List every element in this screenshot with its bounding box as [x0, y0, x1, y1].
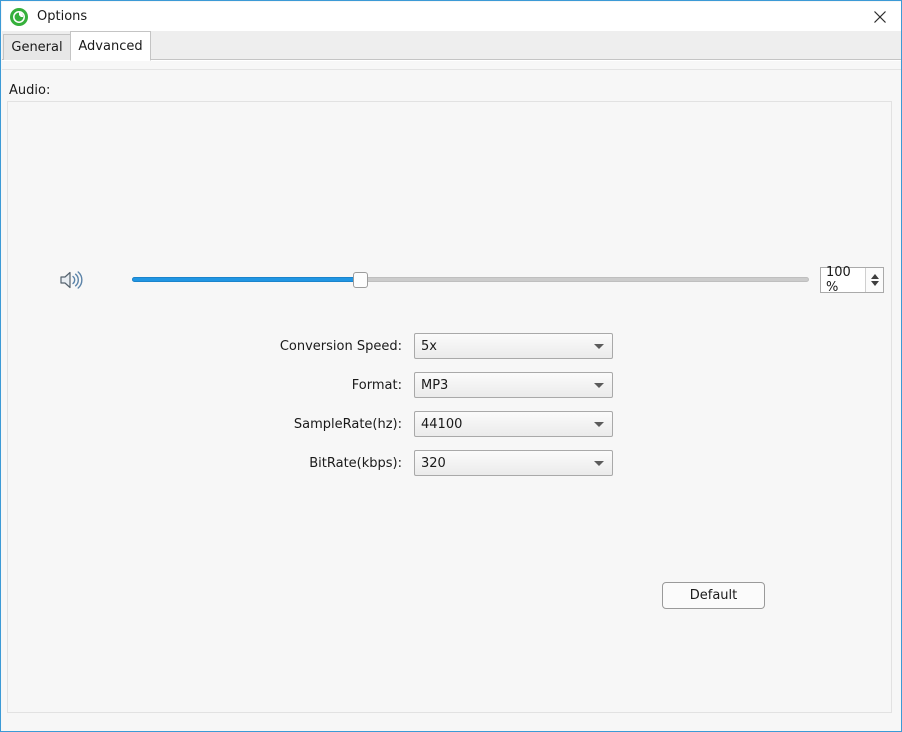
tab-advanced[interactable]: Advanced	[70, 31, 151, 61]
tab-strip: General Advanced	[2, 31, 901, 61]
close-button[interactable]	[857, 2, 901, 31]
format-label: Format:	[351, 378, 402, 393]
volume-spinbox[interactable]: 100 %	[820, 265, 884, 295]
tab-general[interactable]: General	[3, 34, 71, 60]
volume-slider-handle[interactable]	[353, 272, 368, 288]
window-title: Options	[37, 9, 88, 24]
conversion-speed-label: Conversion Speed:	[279, 339, 402, 354]
title-bar: Options	[2, 2, 901, 31]
chevron-down-icon[interactable]	[586, 460, 612, 466]
audio-settings-form: Conversion Speed: 5x Format: MP3 SampleR…	[2, 333, 901, 489]
conversion-speed-dropdown[interactable]: 5x	[414, 333, 613, 359]
bit-rate-label: BitRate(kbps):	[309, 456, 402, 471]
chevron-down-icon[interactable]	[586, 343, 612, 349]
chevron-down-icon[interactable]	[586, 421, 612, 427]
dialog-footer	[2, 714, 901, 730]
format-dropdown[interactable]: MP3	[414, 372, 613, 398]
sample-rate-value: 44100	[421, 416, 463, 432]
advanced-tab-panel: Audio: 100 % Conversion Speed: 5x Format…	[2, 61, 901, 731]
form-row-sample-rate: SampleRate(hz): 44100	[2, 411, 901, 450]
app-logo-icon	[10, 7, 28, 26]
spinner-up-icon[interactable]	[870, 274, 879, 279]
spinner-down-icon[interactable]	[870, 281, 879, 286]
sample-rate-label: SampleRate(hz):	[293, 417, 402, 432]
volume-spinner-buttons[interactable]	[865, 268, 883, 292]
bit-rate-value: 320	[421, 455, 446, 471]
speaker-volume-icon	[58, 267, 84, 293]
conversion-speed-value: 5x	[421, 338, 437, 354]
default-button-label: Default	[689, 588, 738, 603]
default-button[interactable]: Default	[662, 582, 765, 609]
volume-slider[interactable]	[132, 272, 809, 288]
sample-rate-dropdown[interactable]: 44100	[414, 411, 613, 437]
options-dialog-window: Options General Advanced Audio: 100 % Co…	[0, 0, 902, 732]
audio-group-label: Audio:	[9, 83, 51, 98]
format-value: MP3	[421, 377, 449, 393]
form-row-bit-rate: BitRate(kbps): 320	[2, 450, 901, 489]
tab-advanced-label: Advanced	[78, 38, 143, 54]
tab-general-label: General	[11, 40, 63, 55]
volume-slider-fill	[132, 277, 356, 282]
volume-value: 100 %	[826, 265, 851, 295]
panel-separator	[2, 69, 901, 70]
chevron-down-icon[interactable]	[586, 382, 612, 388]
bit-rate-dropdown[interactable]: 320	[414, 450, 613, 476]
form-row-conversion-speed: Conversion Speed: 5x	[2, 333, 901, 372]
close-icon	[873, 10, 886, 23]
form-row-format: Format: MP3	[2, 372, 901, 411]
